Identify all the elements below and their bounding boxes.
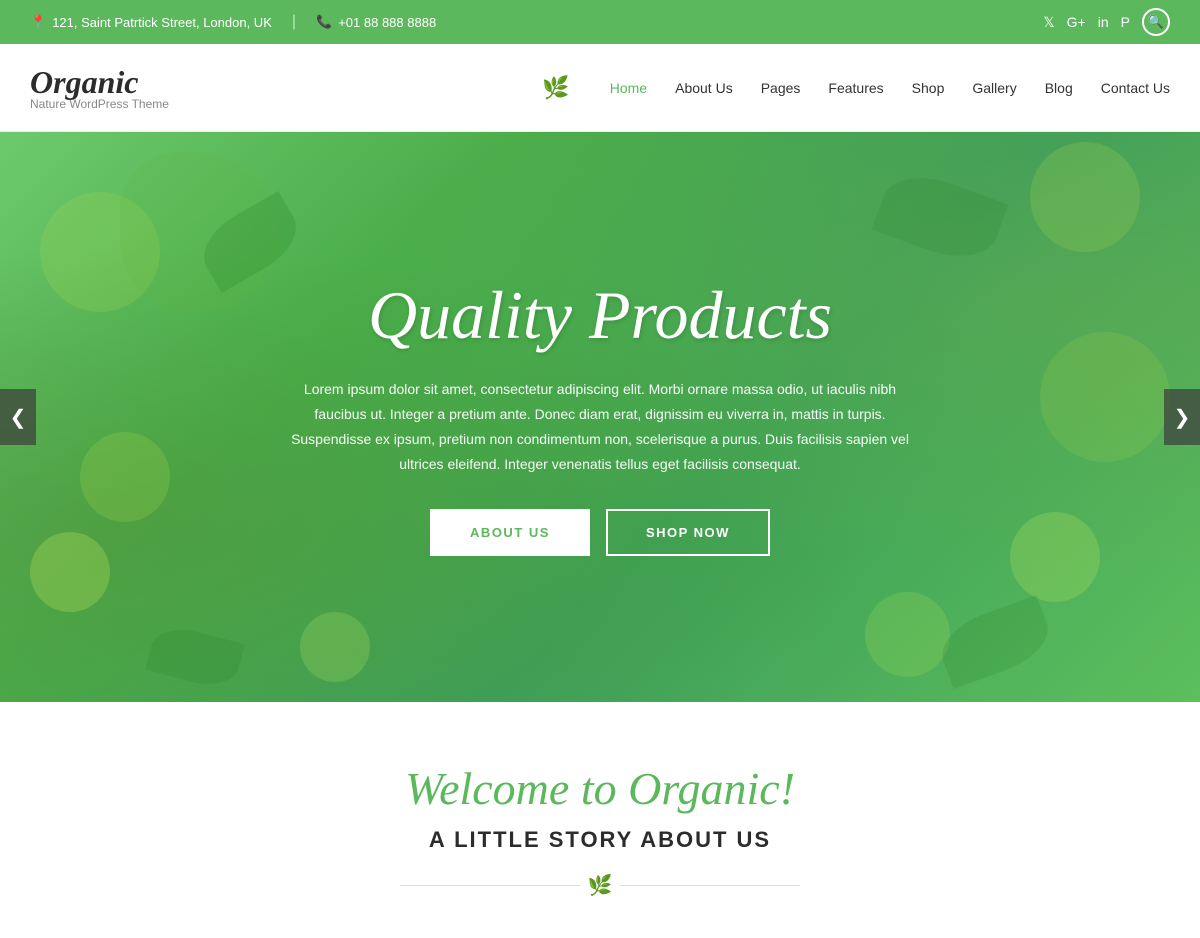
divider: | [292, 13, 296, 31]
top-bar-left: 📍 121, Saint Patrtick Street, London, UK… [30, 13, 436, 31]
google-plus-icon[interactable]: G+ [1067, 14, 1086, 30]
nav-shop[interactable]: Shop [912, 80, 945, 96]
nav-area: 🌿 Home About Us Pages Features Shop Gall… [542, 75, 1170, 101]
welcome-divider: 🌿 [30, 873, 1170, 898]
divider-line-right [620, 885, 800, 886]
header: Organic Nature WordPress Theme 🌿 Home Ab… [0, 44, 1200, 132]
welcome-script-title: Welcome to Organic! [30, 762, 1170, 815]
address-info: 📍 121, Saint Patrtick Street, London, UK [30, 14, 272, 30]
top-bar: 📍 121, Saint Patrtick Street, London, UK… [0, 0, 1200, 44]
divider-line-left [400, 885, 580, 886]
hero-buttons: ABOUT US SHOP NOW [290, 509, 910, 556]
search-button[interactable]: 🔍 [1142, 8, 1170, 36]
nav-blog[interactable]: Blog [1045, 80, 1073, 96]
logo-text[interactable]: Organic [30, 64, 169, 101]
nav-contact[interactable]: Contact Us [1101, 80, 1170, 96]
nav-gallery[interactable]: Gallery [972, 80, 1016, 96]
about-us-button[interactable]: ABOUT US [430, 509, 590, 556]
hero-slider: ❮ Quality Products Lorem ipsum dolor sit… [0, 132, 1200, 702]
phone-info: 📞 +01 88 888 8888 [316, 14, 436, 30]
phone-icon: 📞 [316, 14, 332, 30]
hero-content: Quality Products Lorem ipsum dolor sit a… [250, 278, 950, 557]
location-icon: 📍 [30, 14, 46, 30]
divider-leaf-icon: 🌿 [588, 873, 613, 898]
shop-now-button[interactable]: SHOP NOW [606, 509, 770, 556]
slider-prev-button[interactable]: ❮ [0, 389, 36, 445]
top-bar-right: 𝕏 G+ in P 🔍 [1043, 8, 1170, 36]
nav-leaf-icon: 🌿 [542, 75, 569, 101]
welcome-section: Welcome to Organic! A LITTLE STORY ABOUT… [0, 702, 1200, 938]
linkedin-icon[interactable]: in [1098, 14, 1109, 30]
hero-body-text: Lorem ipsum dolor sit amet, consectetur … [290, 377, 910, 478]
pinterest-icon[interactable]: P [1121, 14, 1130, 30]
search-icon: 🔍 [1148, 14, 1164, 30]
nav-home[interactable]: Home [610, 80, 647, 96]
logo-subtitle: Nature WordPress Theme [30, 97, 169, 111]
nav-features[interactable]: Features [828, 80, 883, 96]
nav-links: Home About Us Pages Features Shop Galler… [610, 80, 1170, 96]
welcome-subtitle: A LITTLE STORY ABOUT US [30, 827, 1170, 853]
hero-title: Quality Products [290, 278, 910, 353]
twitter-icon[interactable]: 𝕏 [1043, 14, 1054, 31]
logo-area: Organic Nature WordPress Theme [30, 64, 169, 111]
nav-pages[interactable]: Pages [761, 80, 801, 96]
address-text: 121, Saint Patrtick Street, London, UK [52, 15, 272, 30]
phone-text: +01 88 888 8888 [338, 15, 436, 30]
nav-about[interactable]: About Us [675, 80, 733, 96]
slider-next-button[interactable]: ❯ [1164, 389, 1200, 445]
chevron-right-icon: ❯ [1174, 405, 1191, 430]
chevron-left-icon: ❮ [10, 405, 27, 430]
